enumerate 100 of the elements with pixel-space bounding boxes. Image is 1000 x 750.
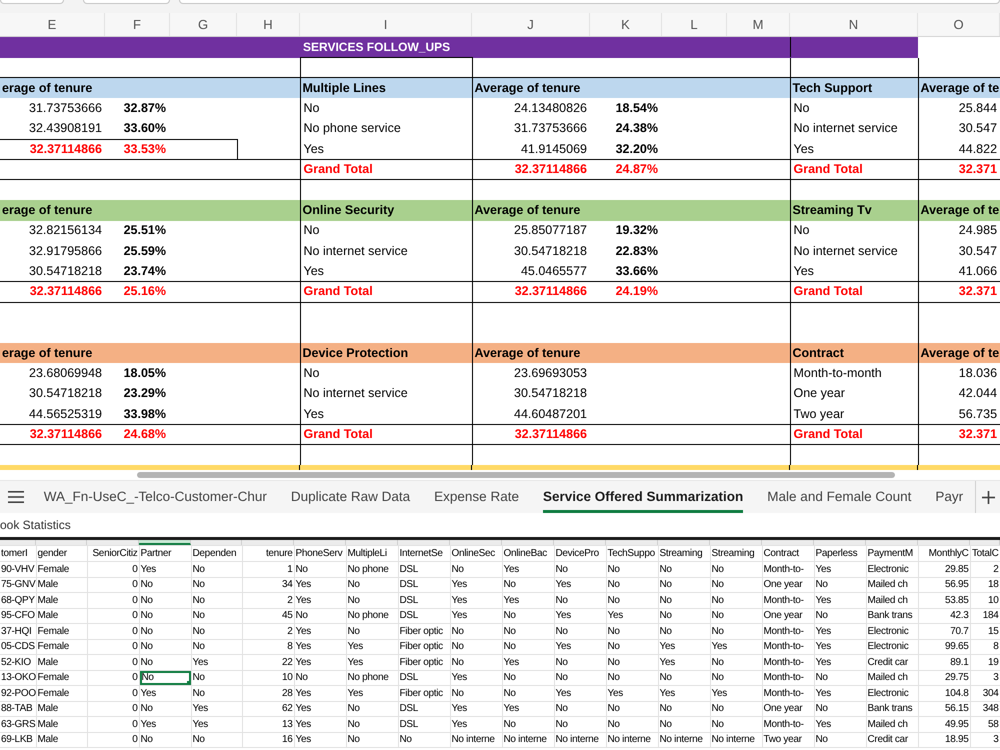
average-value: 30.547 — [918, 241, 1000, 262]
column-heading[interactable]: K — [590, 13, 662, 36]
table-cell: No — [658, 670, 710, 686]
table-cell: 0 — [87, 670, 139, 686]
table-cell: Credit car — [866, 732, 918, 748]
table-cell: No — [502, 670, 554, 686]
row-label: No internet service — [790, 118, 918, 140]
table-cell: No — [658, 592, 710, 608]
statistics-label[interactable]: ook Statistics — [0, 513, 71, 538]
formula-bar[interactable] — [179, 0, 1000, 4]
table-cell: No — [554, 654, 606, 670]
table-cell: No — [346, 732, 398, 748]
table-cell: Yes — [554, 686, 606, 702]
average-value: 30.547 — [918, 118, 1000, 140]
fill-handle-icon[interactable] — [186, 681, 190, 686]
table-cell: No — [814, 701, 866, 717]
table-cell: Fiber optic — [398, 624, 450, 640]
table-cell: 99.65 — [918, 639, 970, 655]
table-cell: No — [606, 562, 658, 578]
table-cell: No — [554, 592, 606, 608]
table-cell: Electronic — [866, 624, 918, 640]
table-cell: No — [502, 577, 554, 593]
plus-icon — [982, 490, 995, 504]
table-cell: 75-GNV — [0, 577, 36, 593]
table-cell: No — [139, 654, 191, 670]
table-cell: Female — [36, 562, 87, 578]
table-cell: Month-to- — [762, 624, 814, 640]
average-value: 44.822 — [918, 139, 1000, 160]
average-value: 56.735 — [918, 404, 1000, 425]
column-header: SeniorCitiz — [87, 546, 139, 562]
grand-total-value: 32.371 — [918, 159, 1000, 180]
column-heading[interactable]: M — [727, 13, 790, 36]
table-cell: 0 — [87, 639, 139, 655]
table-cell: No interne — [502, 732, 554, 748]
table-cell: 56.15 — [918, 701, 970, 717]
sheet-tab[interactable]: Payr — [935, 481, 964, 514]
column-heading[interactable]: H — [237, 13, 300, 36]
table-cell: Mailed ch — [866, 670, 918, 686]
table-cell: Bank trans — [866, 701, 918, 717]
sheet-tab[interactable]: Expense Rate — [434, 481, 519, 514]
table-cell: No — [139, 577, 191, 593]
table-cell: No — [191, 732, 242, 748]
table-cell: No — [606, 670, 658, 686]
sheet-tab[interactable]: Male and Female Count — [767, 481, 912, 514]
average-value: 32.43908191 — [0, 118, 105, 140]
sheet-tab[interactable]: Duplicate Raw Data — [290, 481, 410, 514]
table-cell: 45 — [242, 608, 294, 624]
average-value: 18.036 — [918, 363, 1000, 384]
table-cell: Yes — [294, 732, 346, 748]
name-box[interactable] — [0, 0, 64, 4]
row-label: Yes — [790, 139, 918, 160]
table-cell: 8 — [970, 639, 1000, 655]
sheet-tab[interactable]: WA_Fn-UseC_-Telco-Customer-Chur — [44, 481, 267, 514]
table-cell: Mailed ch — [866, 716, 918, 732]
table-cell: Fiber optic — [398, 654, 450, 670]
column-heading[interactable]: G — [170, 13, 237, 36]
scrollbar-thumb[interactable] — [137, 472, 895, 478]
average-value: 25.85077187 — [472, 220, 590, 242]
table-cell: No — [710, 577, 762, 593]
percent-value: 33.60% — [105, 118, 170, 140]
pivot-header: Average of tenure — [472, 200, 790, 221]
table-cell: 34 — [242, 577, 294, 593]
percent-value: 33.98% — [105, 404, 170, 425]
column-header: PaymentM — [866, 546, 918, 562]
table-cell: No — [450, 624, 502, 640]
formula-controls[interactable] — [83, 0, 170, 4]
column-heading[interactable]: L — [662, 13, 727, 36]
table-cell: 69-LKB — [0, 732, 36, 748]
average-value: 31.73753666 — [472, 118, 590, 140]
table-cell: Female — [36, 686, 87, 702]
column-heading[interactable]: N — [790, 13, 918, 36]
column-heading[interactable]: E — [0, 13, 105, 36]
horizontal-scrollbar[interactable] — [0, 470, 1000, 480]
table-cell: No — [139, 592, 191, 608]
table-cell: No phone — [346, 608, 398, 624]
table-cell: Yes — [502, 562, 554, 578]
percent-value: 24.38% — [614, 120, 659, 138]
table-cell: Month-to- — [762, 716, 814, 732]
average-value: 41.9145069 — [472, 139, 590, 160]
cell-cursor[interactable]: No — [139, 670, 191, 686]
column-heading[interactable] — [139, 540, 191, 546]
average-value: 44.60487201 — [472, 404, 590, 425]
table-cell: Male — [36, 716, 87, 732]
table-cell: No — [346, 701, 398, 717]
table-cell: Yes — [658, 639, 710, 655]
table-cell: Mailed ch — [866, 592, 918, 608]
table-cell: No — [346, 624, 398, 640]
table-cell: No — [191, 670, 242, 686]
column-heading[interactable]: O — [918, 13, 1000, 36]
table-cell: No — [658, 608, 710, 624]
column-heading[interactable]: J — [472, 13, 590, 36]
average-value: 30.54718218 — [472, 241, 590, 262]
table-cell: No — [554, 701, 606, 717]
column-heading[interactable]: I — [300, 13, 472, 36]
column-header: Streaming — [658, 546, 710, 562]
column-heading[interactable]: F — [105, 13, 170, 36]
table-cell: No — [191, 592, 242, 608]
table-cell: Month-to- — [762, 562, 814, 578]
column-header: TechSuppo — [606, 546, 658, 562]
table-cell: No — [294, 670, 346, 686]
